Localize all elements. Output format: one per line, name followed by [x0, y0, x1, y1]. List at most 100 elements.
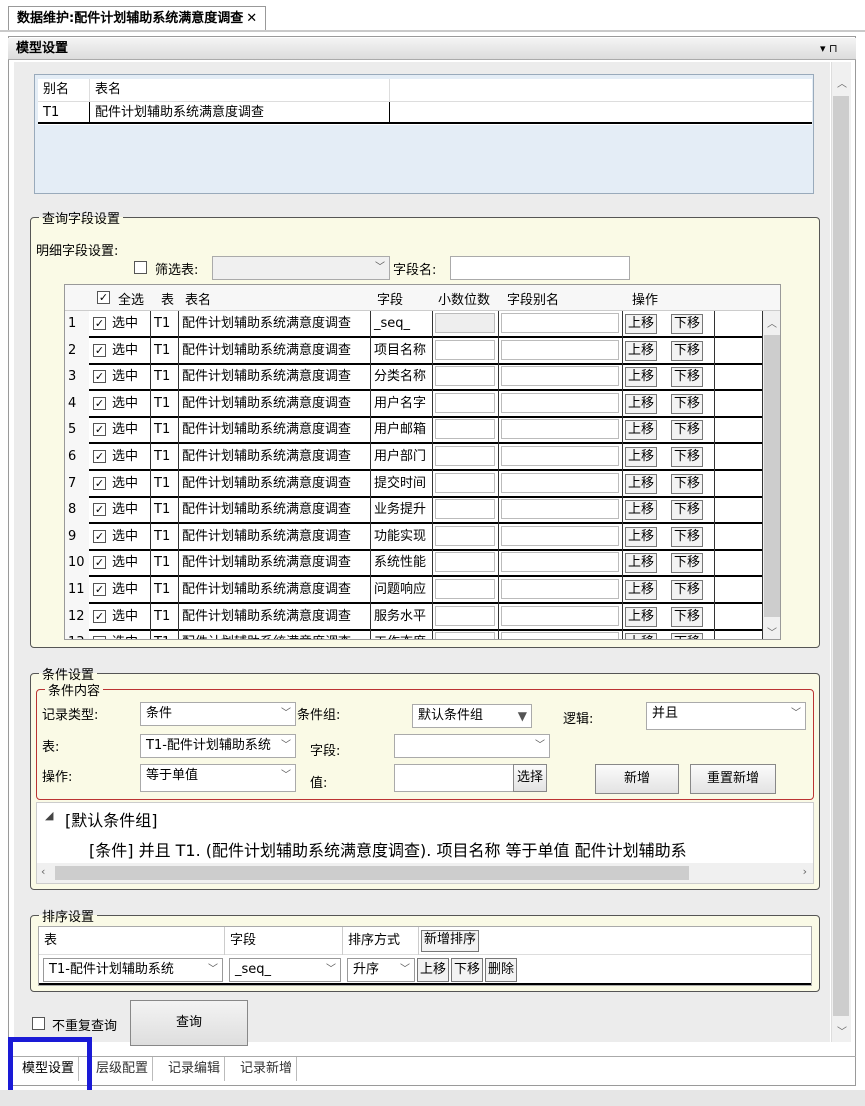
filter-table-select[interactable]: ﹀: [212, 256, 390, 280]
decimals-input[interactable]: [435, 419, 495, 440]
alias-input[interactable]: [501, 392, 619, 413]
alias-input[interactable]: [501, 632, 619, 639]
grid-scrollbar[interactable]: ︿ ﹀: [763, 311, 780, 639]
move-down-button[interactable]: 下移: [671, 314, 704, 334]
alias-input[interactable]: [501, 313, 619, 333]
move-up-button[interactable]: 上移: [625, 580, 658, 600]
field-row[interactable]: 12 ✓ 选中 T1 配件计划辅助系统满意度调查 服务水平 上移 下移: [65, 603, 763, 631]
sort-table-select[interactable]: T1-配件计划辅助系统 ﹀: [43, 958, 223, 982]
move-up-button[interactable]: 上移: [625, 526, 658, 547]
tab-level-config[interactable]: 层级配置: [92, 1057, 154, 1081]
move-up-button[interactable]: 上移: [625, 633, 658, 639]
decimals-input[interactable]: [435, 499, 495, 520]
field-row[interactable]: 10 ✓ 选中 T1 配件计划辅助系统满意度调查 系统性能 上移 下移: [65, 550, 763, 578]
decimals-input[interactable]: [435, 313, 495, 333]
field-row[interactable]: 13 ✓ 选中 T1配件计划辅助系统满意度调查工作态度 上移 下移: [65, 630, 763, 639]
sort-row[interactable]: T1-配件计划辅助系统 ﹀ _seq_ ﹀ 升序 ﹀ 上移 下移 删除: [39, 957, 811, 985]
row-decimals[interactable]: [433, 390, 499, 418]
row-decimals[interactable]: [433, 311, 499, 338]
select-cell[interactable]: ✓ 选中: [89, 497, 151, 525]
move-up-button[interactable]: 上移: [625, 473, 658, 494]
move-down-button[interactable]: 下移: [671, 526, 704, 547]
row-alias[interactable]: [499, 337, 623, 365]
field-row[interactable]: 11 ✓ 选中 T1 配件计划辅助系统满意度调查 问题响应 上移 下移: [65, 577, 763, 604]
scroll-down-icon[interactable]: ﹀: [832, 1024, 852, 1042]
alias-input[interactable]: [501, 499, 619, 520]
decimals-input[interactable]: [435, 446, 495, 466]
decimals-input[interactable]: [435, 525, 495, 546]
decimals-input[interactable]: [435, 605, 495, 626]
field-row[interactable]: 4 ✓ 选中 T1 配件计划辅助系统满意度调查 用户名字 上移 下移: [65, 390, 763, 418]
move-up-button[interactable]: 上移: [625, 314, 658, 334]
row-alias[interactable]: [499, 417, 623, 445]
field-row[interactable]: 3 ✓ 选中 T1 配件计划辅助系统满意度调查 分类名称 上移 下移: [65, 364, 763, 392]
select-button[interactable]: 选择: [513, 764, 547, 792]
row-alias[interactable]: [499, 470, 623, 498]
select-cell[interactable]: ✓ 选中: [89, 603, 151, 631]
alias-input[interactable]: [501, 419, 619, 440]
select-cell[interactable]: ✓ 选中: [89, 577, 151, 604]
row-alias[interactable]: [499, 630, 623, 639]
tree-condition-node[interactable]: [条件] 并且 T1. (配件计划辅助系统满意度调查). 项目名称 等于单值 配…: [89, 837, 813, 861]
row-decimals[interactable]: [433, 470, 499, 498]
move-up-button[interactable]: 上移: [625, 606, 658, 627]
grid-scroll-thumb[interactable]: [764, 335, 780, 617]
sort-up-button[interactable]: 上移: [417, 958, 450, 982]
move-down-button[interactable]: 下移: [671, 473, 704, 494]
select-cell[interactable]: ✓ 选中: [89, 550, 151, 578]
window-tab[interactable]: 数据维护:配件计划辅助系统满意度调查 ✕: [8, 6, 267, 30]
field-select[interactable]: ﹀: [394, 734, 550, 758]
grid-scroll-up-icon[interactable]: ︿: [763, 315, 780, 330]
row-select-checkbox[interactable]: ✓: [93, 556, 106, 570]
move-up-button[interactable]: 上移: [625, 447, 658, 467]
move-up-button[interactable]: 上移: [625, 367, 658, 388]
move-up-button[interactable]: 上移: [625, 420, 658, 441]
decimals-input[interactable]: [435, 472, 495, 493]
row-alias[interactable]: [499, 523, 623, 551]
decimals-input[interactable]: [435, 339, 495, 360]
move-down-button[interactable]: 下移: [671, 553, 704, 574]
select-cell[interactable]: ✓ 选中: [89, 337, 151, 365]
tab-record-edit[interactable]: 记录编辑: [164, 1057, 226, 1081]
query-button[interactable]: 查询: [130, 1000, 248, 1046]
alias-input[interactable]: [501, 339, 619, 360]
row-select-checkbox[interactable]: ✓: [93, 396, 106, 410]
select-cell[interactable]: ✓ 选中: [89, 444, 151, 471]
row-select-checkbox[interactable]: ✓: [93, 609, 106, 623]
decimals-input[interactable]: [435, 552, 495, 573]
move-down-button[interactable]: 下移: [671, 580, 704, 600]
row-decimals[interactable]: [433, 417, 499, 445]
move-down-button[interactable]: 下移: [671, 367, 704, 388]
field-row[interactable]: 7 ✓ 选中 T1 配件计划辅助系统满意度调查 提交时间 上移 下移: [65, 470, 763, 498]
alias-input[interactable]: [501, 446, 619, 466]
cond-group-select[interactable]: 默认条件组 ▼: [412, 704, 532, 728]
select-cell[interactable]: ✓ 选中: [89, 311, 151, 338]
alias-input[interactable]: [501, 366, 619, 387]
distinct-query-checkbox[interactable]: [32, 1017, 45, 1030]
decimals-input[interactable]: [435, 366, 495, 387]
pin-icon[interactable]: ▾ ⊓: [820, 38, 838, 60]
field-row[interactable]: 2 ✓ 选中 T1 配件计划辅助系统满意度调查 项目名称 上移 下移: [65, 337, 763, 365]
collapse-triangle-icon[interactable]: ◢: [45, 809, 53, 822]
add-button[interactable]: 新增: [595, 764, 679, 794]
row-select-checkbox[interactable]: ✓: [93, 450, 106, 463]
close-icon[interactable]: ✕: [246, 11, 257, 26]
sort-delete-button[interactable]: 删除: [485, 958, 518, 982]
sort-down-button[interactable]: 下移: [451, 958, 484, 982]
row-alias[interactable]: [499, 603, 623, 631]
scroll-up-icon[interactable]: ︿: [832, 76, 852, 94]
row-decimals[interactable]: [433, 444, 499, 471]
row-alias[interactable]: [499, 550, 623, 578]
move-down-button[interactable]: 下移: [671, 633, 704, 639]
row-decimals[interactable]: [433, 630, 499, 639]
row-decimals[interactable]: [433, 577, 499, 604]
tab-record-add[interactable]: 记录新增: [236, 1057, 298, 1081]
row-select-checkbox[interactable]: ✓: [93, 423, 106, 437]
row-alias[interactable]: [499, 311, 623, 338]
row-alias[interactable]: [499, 497, 623, 525]
sort-field-select[interactable]: _seq_ ﹀: [229, 958, 341, 982]
select-cell[interactable]: ✓ 选中: [89, 390, 151, 418]
decimals-input[interactable]: [435, 392, 495, 413]
tree-hscroll-thumb[interactable]: [55, 866, 689, 880]
row-alias[interactable]: [499, 577, 623, 604]
